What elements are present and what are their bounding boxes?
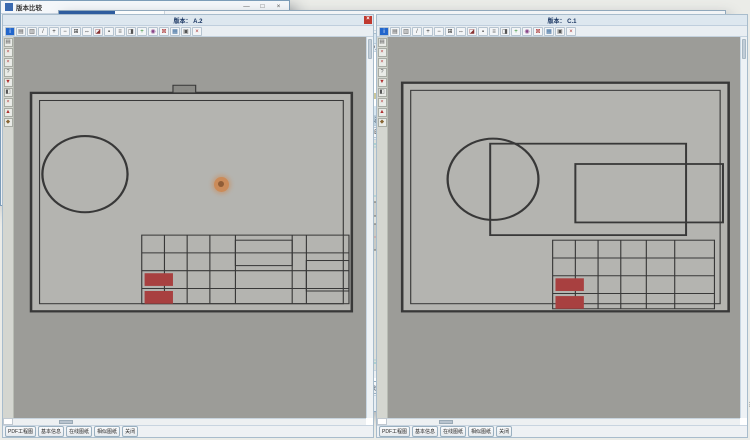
pane-annotation-icon[interactable]: × — [378, 98, 387, 107]
pane-annotation-icon[interactable]: × — [378, 58, 387, 67]
pane-tool-icon[interactable]: ≡ — [489, 27, 499, 36]
pane-tool-icon[interactable]: + — [423, 27, 433, 36]
pane-tool-icon[interactable]: i — [5, 27, 15, 36]
cursor-highlight — [214, 177, 229, 192]
pane-button[interactable]: 基本信息 — [412, 426, 438, 437]
pane-tool-icon[interactable]: + — [511, 27, 521, 36]
scroll-corner — [3, 418, 13, 425]
pane-tool-icon[interactable]: ▣ — [181, 27, 191, 36]
pane-button[interactable]: 相似图纸 — [94, 426, 120, 437]
version-compare-window: 版本比较 — □ × 版本： A.2 × i▤▥/+−⊞⇔◪▪≡◨+◉⊠▦▣× … — [0, 0, 290, 206]
pane-tool-icon[interactable]: + — [49, 27, 59, 36]
compare-pane-right: 版本： C.1 i▤▥/+−⊞⇔◪▪≡◨+◉⊠▦▣× ▤××?▼◧×▲◆ — [376, 14, 748, 438]
pane-tool-icon[interactable]: ◉ — [522, 27, 532, 36]
pane-tool-icon[interactable]: ▦ — [170, 27, 180, 36]
pane-tool-icon[interactable]: ◪ — [467, 27, 477, 36]
pane-tool-icon[interactable]: ◨ — [126, 27, 136, 36]
pane-tool-icon[interactable]: / — [38, 27, 48, 36]
pane-button[interactable]: 在线图纸 — [66, 426, 92, 437]
pane-button[interactable]: 在线图纸 — [440, 426, 466, 437]
pane-tool-icon[interactable]: ◉ — [148, 27, 158, 36]
pane-tool-icon[interactable]: ▥ — [401, 27, 411, 36]
pane-tool-icon[interactable]: ⊞ — [71, 27, 81, 36]
pane-tool-icon[interactable]: ▪ — [478, 27, 488, 36]
version-header: 版本： C.1 — [377, 15, 747, 26]
pane-hscrollbar[interactable] — [387, 418, 740, 425]
pane-tool-icon[interactable]: − — [434, 27, 444, 36]
pane-button[interactable]: PDF工程图 — [5, 426, 36, 437]
pane-tool-icon[interactable]: / — [412, 27, 422, 36]
pane-annotation-toolbar: ▤××?▼◧×▲◆ — [3, 37, 14, 418]
pane-toolbar: i▤▥/+−⊞⇔◪▪≡◨+◉⊠▦▣× — [3, 26, 373, 37]
pane-annotation-icon[interactable]: ◧ — [4, 88, 13, 97]
pane-buttons: PDF工程图基本信息在线图纸相似图纸关闭 — [3, 425, 373, 437]
pane-annotation-icon[interactable]: ▲ — [4, 108, 13, 117]
pane-tool-icon[interactable]: ≡ — [115, 27, 125, 36]
pane-annotation-icon[interactable]: ▤ — [4, 38, 13, 47]
pane-button[interactable]: PDF工程图 — [379, 426, 410, 437]
pane-annotation-toolbar: ▤××?▼◧×▲◆ — [377, 37, 388, 418]
pane-toolbar: i▤▥/+−⊞⇔◪▪≡◨+◉⊠▦▣× — [377, 26, 747, 37]
pane-tool-icon[interactable]: − — [60, 27, 70, 36]
pane-annotation-icon[interactable]: ▼ — [4, 78, 13, 87]
pane-annotation-icon[interactable]: ◆ — [378, 118, 387, 127]
pane-tool-icon[interactable]: ⇔ — [82, 27, 92, 36]
pane-tool-icon[interactable]: ⊠ — [159, 27, 169, 36]
version-header: 版本： A.2 × — [3, 15, 373, 26]
compare-icon — [5, 3, 13, 11]
pane-hscrollbar[interactable] — [13, 418, 366, 425]
pane-tool-icon[interactable]: i — [379, 27, 389, 36]
pane-tool-icon[interactable]: ▦ — [544, 27, 554, 36]
pane-tool-icon[interactable]: + — [137, 27, 147, 36]
compare-pane-left: 版本： A.2 × i▤▥/+−⊞⇔◪▪≡◨+◉⊠▦▣× ▤××?▼◧×▲◆ — [2, 14, 374, 438]
pane-tool-icon[interactable]: ▤ — [390, 27, 400, 36]
pane-annotation-icon[interactable]: × — [378, 48, 387, 57]
pane-annotation-icon[interactable]: ▲ — [378, 108, 387, 117]
pane-tool-icon[interactable]: ⊞ — [445, 27, 455, 36]
compare-canvas-a2[interactable] — [14, 37, 366, 418]
pane-button[interactable]: 基本信息 — [38, 426, 64, 437]
pane-annotation-icon[interactable]: × — [4, 58, 13, 67]
pane-annotation-icon[interactable]: × — [4, 98, 13, 107]
pane-vscrollbar[interactable] — [366, 37, 373, 418]
pane-button[interactable]: 关闭 — [496, 426, 512, 437]
pane-tool-icon[interactable]: × — [566, 27, 576, 36]
pane-close-icon[interactable]: × — [364, 16, 372, 24]
pane-annotation-icon[interactable]: ◆ — [4, 118, 13, 127]
pane-annotation-icon[interactable]: ? — [378, 68, 387, 77]
pane-button[interactable]: 相似图纸 — [468, 426, 494, 437]
pane-tool-icon[interactable]: × — [192, 27, 202, 36]
pane-tool-icon[interactable]: ⊠ — [533, 27, 543, 36]
scroll-corner — [377, 418, 387, 425]
pane-annotation-icon[interactable]: ▼ — [378, 78, 387, 87]
pane-tool-icon[interactable]: ▪ — [104, 27, 114, 36]
pane-annotation-icon[interactable]: ? — [4, 68, 13, 77]
pane-tool-icon[interactable]: ▥ — [27, 27, 37, 36]
pane-button[interactable]: 关闭 — [122, 426, 138, 437]
pane-tool-icon[interactable]: ◨ — [500, 27, 510, 36]
pane-tool-icon[interactable]: ▣ — [555, 27, 565, 36]
pane-buttons: PDF工程图基本信息在线图纸相似图纸关闭 — [377, 425, 747, 437]
pane-annotation-icon[interactable]: ◧ — [378, 88, 387, 97]
pane-vscrollbar[interactable] — [740, 37, 747, 418]
pane-tool-icon[interactable]: ▤ — [16, 27, 26, 36]
compare-canvas-c1[interactable] — [388, 37, 740, 418]
pane-annotation-icon[interactable]: ▤ — [378, 38, 387, 47]
pane-tool-icon[interactable]: ◪ — [93, 27, 103, 36]
pane-tool-icon[interactable]: ⇔ — [456, 27, 466, 36]
pane-annotation-icon[interactable]: × — [4, 48, 13, 57]
